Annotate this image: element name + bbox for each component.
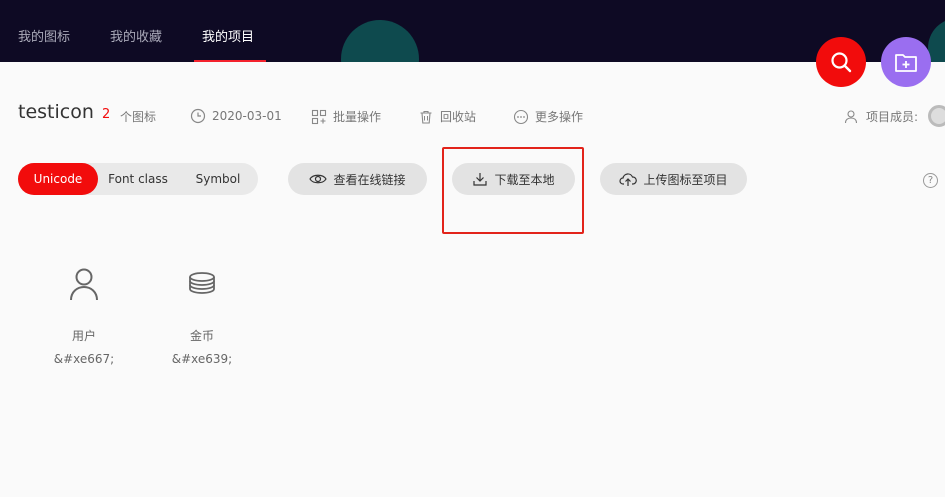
cloud-upload-icon: [619, 173, 638, 186]
help-icon[interactable]: ?: [923, 173, 938, 188]
grid-icon: [311, 109, 327, 124]
decorative-circle: [341, 20, 419, 62]
tab-my-favorites[interactable]: 我的收藏: [110, 0, 162, 62]
upload-icons-label: 上传图标至项目: [643, 172, 728, 187]
trash-button[interactable]: 回收站: [418, 108, 476, 125]
clock-icon: [190, 108, 206, 124]
eye-icon: [309, 174, 328, 184]
active-tab-indicator: [194, 60, 266, 62]
icon-name: 用户: [71, 329, 96, 343]
members-icon: [844, 109, 858, 123]
view-online-link-button[interactable]: 查看在线链接: [288, 163, 427, 195]
font-mode-switch: Unicode Font class Symbol: [18, 163, 258, 195]
icon-count-suffix: 个图标: [120, 108, 156, 125]
mode-unicode[interactable]: Unicode: [18, 163, 98, 195]
tab-my-projects[interactable]: 我的项目: [202, 0, 254, 62]
new-project-button[interactable]: [881, 37, 931, 87]
project-date-label: 2020-03-01: [212, 109, 282, 123]
icon-count-suffix-label: 个图标: [120, 110, 157, 124]
trash-icon: [420, 110, 432, 124]
batch-operation-label: 批量操作: [333, 110, 382, 124]
icon-count: 2: [102, 107, 111, 122]
icon-name: 金币: [189, 329, 214, 343]
decorative-circle: [928, 18, 945, 62]
folder-plus-icon: [895, 54, 917, 72]
upload-icons-button[interactable]: 上传图标至项目: [600, 163, 747, 195]
trash-label: 回收站: [440, 110, 477, 124]
coins-icon: [189, 272, 215, 294]
icon-card-coins[interactable]: 金币 &#xe639;: [152, 255, 252, 366]
more-actions-label: 更多操作: [535, 110, 584, 124]
icon-card-user[interactable]: 用户 &#xe667;: [34, 255, 134, 366]
highlight-box: [442, 147, 584, 234]
batch-operation-button[interactable]: 批量操作: [311, 108, 381, 125]
search-button[interactable]: [816, 37, 866, 87]
project-members[interactable]: 项目成员:: [844, 108, 918, 125]
project-title: testicon: [18, 101, 94, 123]
project-members-label: 项目成员:: [866, 110, 919, 124]
more-icon: [513, 109, 529, 124]
more-actions-button[interactable]: 更多操作: [513, 108, 583, 125]
member-avatar[interactable]: [928, 105, 945, 127]
icon-code: &#xe667;: [53, 352, 115, 366]
project-date: 2020-03-01: [190, 108, 282, 124]
search-icon: [831, 52, 852, 73]
view-online-link-label: 查看在线链接: [333, 172, 406, 187]
mode-symbol[interactable]: Symbol: [178, 163, 258, 195]
icon-code: &#xe639;: [171, 352, 233, 366]
mode-font-class[interactable]: Font class: [98, 163, 178, 195]
top-nav: 我的图标 我的收藏 我的项目: [0, 0, 945, 62]
user-icon: [70, 268, 98, 301]
tab-my-icons[interactable]: 我的图标: [18, 0, 70, 62]
